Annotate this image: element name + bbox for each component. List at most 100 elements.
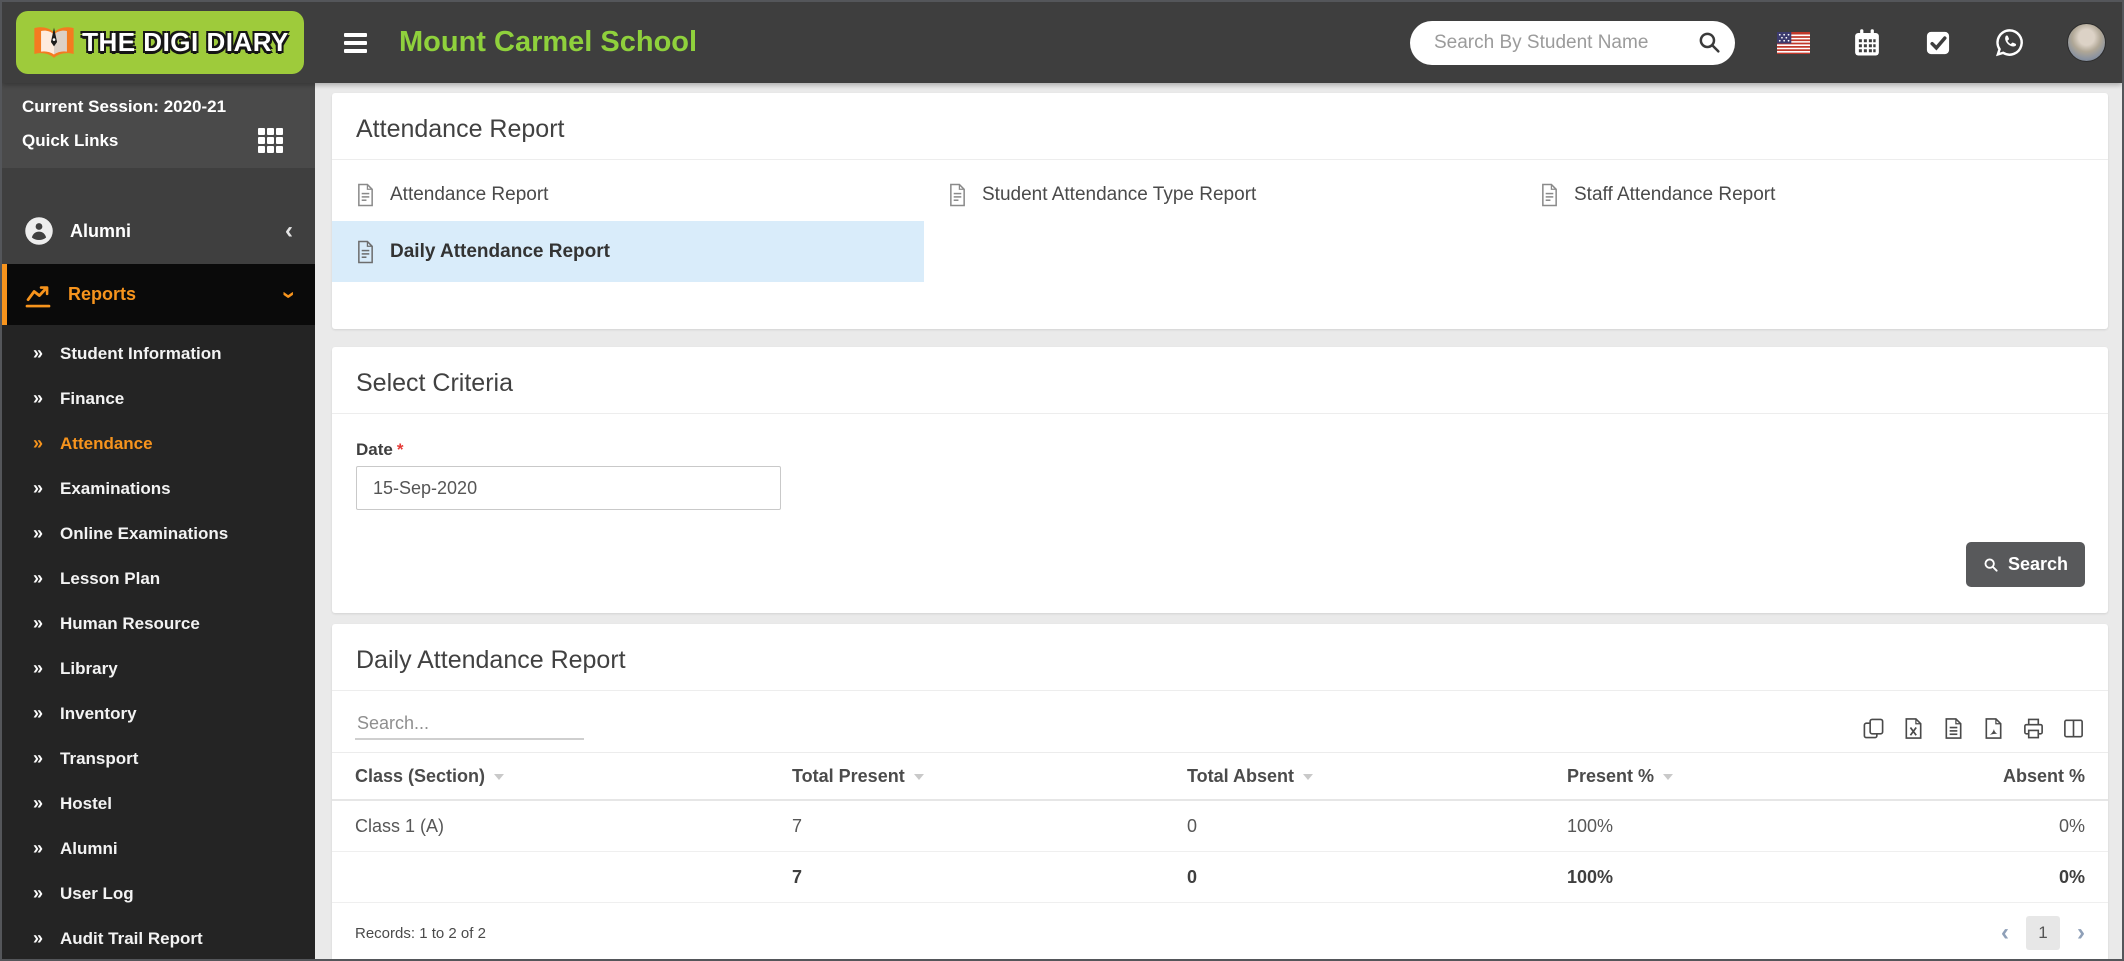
file-icon [948,183,967,207]
section-title: Daily Attendance Report [356,646,626,674]
logo[interactable]: THE DIGI DIARY [16,11,304,74]
table-toolbar [332,691,2108,752]
sort-arrow-icon [1663,773,1674,785]
chevron-down-icon: › [276,290,303,299]
sidebar-item-attendance[interactable]: » Attendance [2,421,315,466]
book-pen-logo-icon [31,23,77,63]
link-staff-attendance-report[interactable]: Staff Attendance Report [1516,169,2108,221]
student-search-input[interactable] [1432,30,1697,55]
language-flag-icon[interactable] [1777,31,1810,54]
sidebar-item-lesson-plan[interactable]: » Lesson Plan [2,556,315,601]
link-attendance-report[interactable]: Attendance Report [332,169,924,221]
sort-arrow-icon [1303,773,1313,785]
search-button[interactable]: Search [1965,542,2085,587]
sidebar: Current Session: 2020-21 Quick Links Alu… [2,83,315,959]
table-row: Class 1 (A) 7 0 100% 0% [332,801,2108,852]
hamburger-menu-icon[interactable] [344,32,367,53]
sidebar-item-finance[interactable]: » Finance [2,376,315,421]
sidebar-item-hostel[interactable]: » Hostel [2,781,315,826]
sidebar-item-inventory[interactable]: » Inventory [2,691,315,736]
quick-links-label: Quick Links [22,130,119,150]
sidebar-item-label: Reports [68,284,137,305]
sort-arrow-icon [494,773,505,785]
pagination-prev-icon[interactable]: ‹ [2001,921,2009,945]
pagination-page-1[interactable]: 1 [2026,916,2060,950]
top-bar: THE DIGI DIARY Mount Carmel School [2,2,2122,83]
double-chevron-icon: » [33,838,44,858]
sidebar-item-reports[interactable]: Reports › [2,264,315,325]
column-header-total-absent[interactable]: Total Absent [1187,766,1567,787]
daily-attendance-report-panel: Daily Attendance Report Search... Class … [332,624,2108,959]
sidebar-item-audit-trail-report[interactable]: » Audit Trail Report [2,916,315,959]
double-chevron-icon: » [33,928,44,948]
double-chevron-icon: » [33,568,44,588]
alumni-person-icon [24,216,54,246]
print-icon[interactable] [2022,717,2045,740]
section-title: Select Criteria [356,369,513,397]
page-title: Attendance Report [356,115,565,143]
search-icon [1983,557,1999,573]
link-daily-attendance-report[interactable]: Daily Attendance Report [332,221,924,282]
double-chevron-icon: » [33,523,44,543]
column-header-present-pct[interactable]: Present % [1567,766,1877,787]
double-chevron-icon: » [33,883,44,903]
file-icon [356,240,375,264]
attendance-report-panel: Attendance Report Attendance Report Stud… [332,93,2108,329]
export-toolbar [1862,717,2085,740]
whatsapp-icon[interactable] [1994,27,2025,58]
student-search-box [1410,20,1735,65]
column-visibility-icon[interactable] [2062,717,2085,740]
column-header-total-present[interactable]: Total Present [792,766,1187,787]
pagination-next-icon[interactable]: › [2077,921,2085,945]
sidebar-item-alumni[interactable]: Alumni ‹ [2,204,315,258]
table-footer: Records: 1 to 2 of 2 ‹ 1 › [332,903,2108,950]
date-field-label: Date * [356,440,404,459]
main-content: Attendance Report Attendance Report Stud… [315,83,2122,959]
link-student-attendance-type-report[interactable]: Student Attendance Type Report [924,169,1516,221]
double-chevron-icon: » [33,703,44,723]
sidebar-item-library[interactable]: » Library [2,646,315,691]
table-totals-row: 7 0 100% 0% [332,852,2108,903]
app-window: THE DIGI DIARY Mount Carmel School Searc… [0,0,2124,961]
calendar-icon[interactable] [1852,28,1882,58]
sidebar-item-user-log[interactable]: » User Log [2,871,315,916]
report-links-grid: Attendance Report Student Attendance Typ… [332,169,2108,282]
sidebar-item-transport[interactable]: » Transport [2,736,315,781]
table-header-row: Class (Section) Total Present Total Abse… [332,752,2108,801]
date-input[interactable] [356,466,781,510]
export-excel-icon[interactable] [1902,717,1925,740]
quick-links-grid-icon [258,128,283,153]
sidebar-item-student-information[interactable]: » Student Information [2,331,315,376]
pagination: ‹ 1 › [2001,916,2085,950]
double-chevron-icon: » [33,433,44,453]
double-chevron-icon: » [33,613,44,633]
sidebar-item-alumni-report[interactable]: » Alumni [2,826,315,871]
select-criteria-panel: Select Criteria Date* Search [332,347,2108,613]
sidebar-item-online-examinations[interactable]: » Online Examinations [2,511,315,556]
column-header-absent-pct[interactable]: Absent % [1877,766,2085,787]
required-asterisk: * [396,440,404,459]
double-chevron-icon: » [33,478,44,498]
tasks-check-icon[interactable] [1924,29,1952,57]
column-header-class-section[interactable]: Class (Section) [355,766,792,787]
sidebar-item-human-resource[interactable]: » Human Resource [2,601,315,646]
double-chevron-icon: » [33,793,44,813]
file-icon [1540,183,1559,207]
user-avatar[interactable] [2067,23,2106,62]
sidebar-item-examinations[interactable]: » Examinations [2,466,315,511]
table-search-input[interactable] [355,709,584,740]
sort-arrow-icon [913,773,924,785]
topbar-right-cluster [1410,20,2106,65]
quick-links[interactable]: Quick Links [22,128,295,153]
logo-text: THE DIGI DIARY [82,27,289,57]
file-icon [356,183,375,207]
divider [332,159,2108,160]
export-pdf-icon[interactable] [1982,717,2005,740]
sidebar-session-panel: Current Session: 2020-21 Quick Links [2,83,315,168]
search-icon[interactable] [1697,30,1722,55]
double-chevron-icon: » [33,388,44,408]
export-csv-icon[interactable] [1942,717,1965,740]
export-copy-icon[interactable] [1862,717,1885,740]
double-chevron-icon: » [33,658,44,678]
double-chevron-icon: » [33,748,44,768]
